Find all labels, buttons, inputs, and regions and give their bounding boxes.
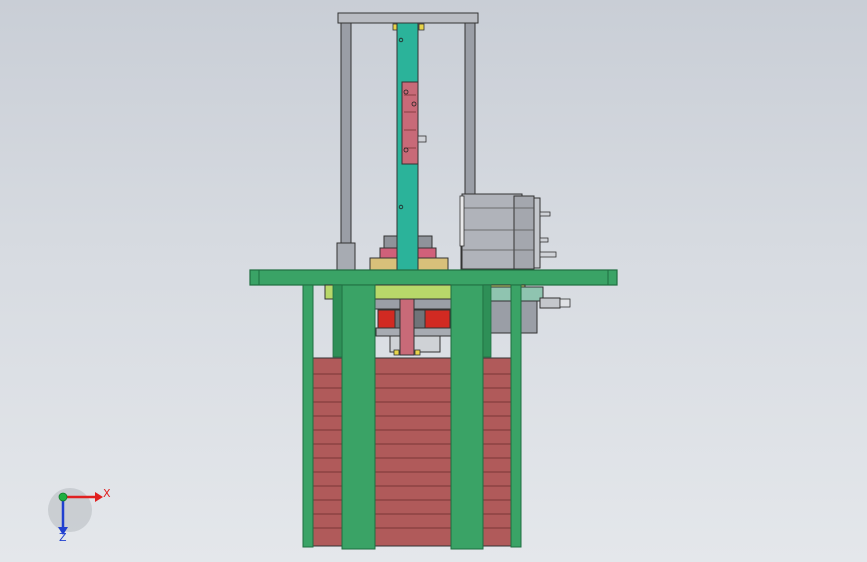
table-top — [249, 269, 618, 286]
leg-outer-left — [302, 284, 314, 548]
machine-model-front-view[interactable] — [0, 0, 867, 562]
z-axis-label: Z — [59, 531, 67, 544]
central-column — [396, 22, 427, 272]
coordinate-triad — [48, 488, 103, 535]
cad-viewport[interactable]: X Z — [0, 0, 867, 562]
y-axis-point — [58, 492, 68, 502]
left-guide-column — [340, 22, 352, 269]
leg-outer-right — [510, 284, 522, 548]
x-axis-label: X — [103, 487, 111, 500]
leg-inner-right — [450, 284, 484, 550]
green-tabletop — [249, 269, 618, 286]
leg-inner-left — [341, 284, 376, 550]
side-motor-unit — [459, 193, 557, 270]
top-crossbar — [337, 12, 479, 24]
